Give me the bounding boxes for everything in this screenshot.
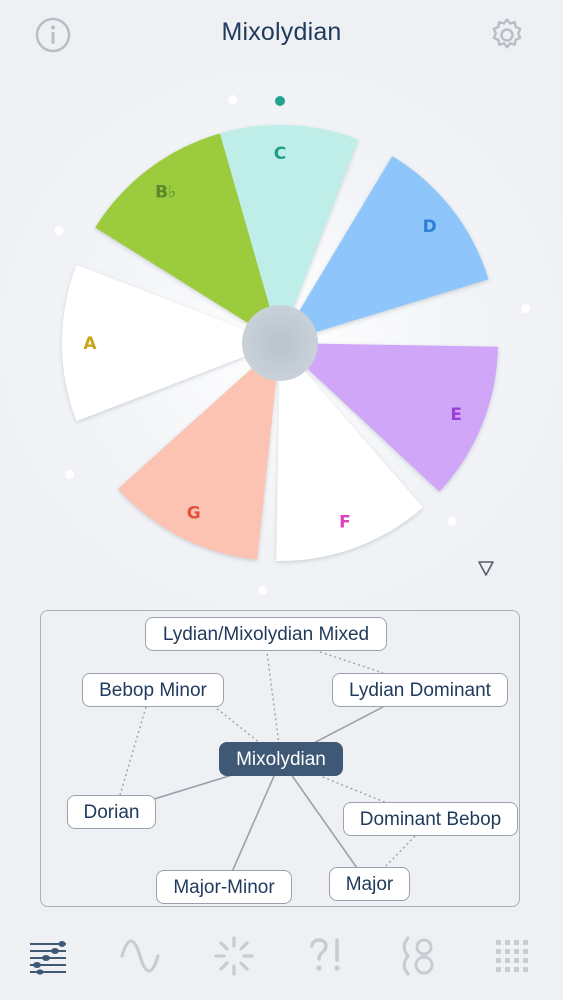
scale-node-mixolydian[interactable]: Mixolydian: [219, 742, 343, 776]
petal-label: A: [83, 334, 97, 354]
petal-label: B♭: [155, 182, 176, 202]
scale-node-major[interactable]: Major: [329, 867, 410, 901]
scale-wheel: C D E F G A B♭: [0, 80, 563, 600]
burst-icon[interactable]: [212, 934, 256, 978]
wheel-marker-dot: [447, 516, 457, 526]
wheel-marker-dot: [65, 469, 75, 479]
wheel-hub: [242, 305, 318, 381]
petal-label: D: [423, 217, 437, 237]
bottom-nav: [0, 920, 563, 992]
staff-icon[interactable]: [26, 934, 70, 978]
gear-icon[interactable]: [488, 16, 526, 54]
wheel-marker-dot: [228, 95, 238, 105]
wheel-marker-dot: [54, 225, 64, 235]
page-title: Mixolydian: [221, 18, 342, 46]
petal-label: E: [450, 405, 462, 425]
wheel-marker-dot: [521, 303, 531, 313]
wheel-marker-dot: [275, 96, 285, 106]
wave-icon[interactable]: [118, 934, 162, 978]
scale-node-dominant-bebop[interactable]: Dominant Bebop: [343, 802, 518, 836]
scale-node-lydian-dominant[interactable]: Lydian Dominant: [332, 673, 508, 707]
triangle-down-icon[interactable]: [476, 558, 496, 578]
wheel-marker-dot: [258, 585, 268, 595]
petal-label: C: [274, 144, 286, 164]
grid-icon[interactable]: [490, 934, 534, 978]
numeral-icon[interactable]: [398, 934, 442, 978]
scale-node-lydian-mixolydian-mixed[interactable]: Lydian/Mixolydian Mixed: [145, 617, 387, 651]
scale-node-bebop-minor[interactable]: Bebop Minor: [82, 673, 224, 707]
petal-label: G: [187, 503, 201, 523]
scale-node-dorian[interactable]: Dorian: [67, 795, 156, 829]
question-exclamation-icon[interactable]: [304, 934, 348, 978]
scale-node-major-minor[interactable]: Major-Minor: [156, 870, 292, 904]
petal-label: F: [339, 513, 351, 533]
